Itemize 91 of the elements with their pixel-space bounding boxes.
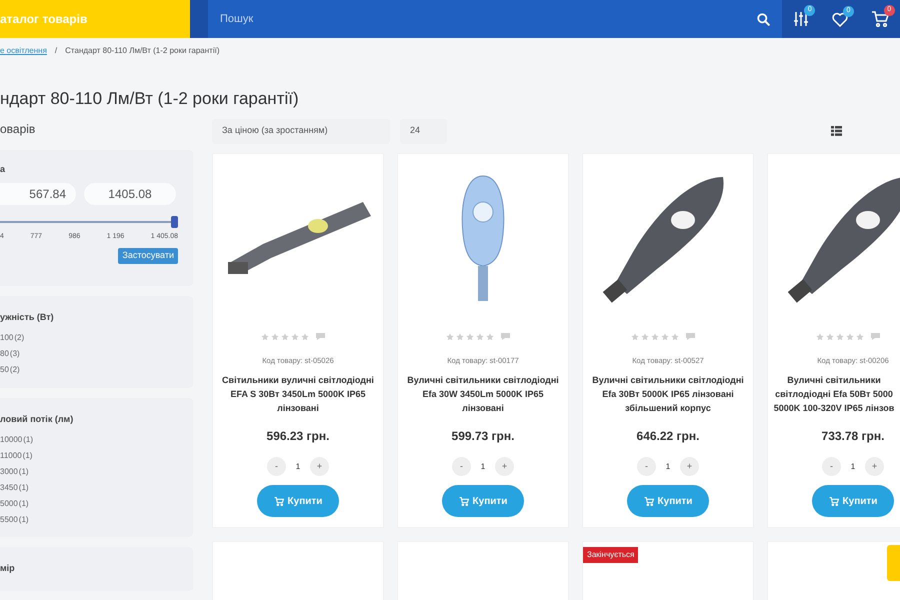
product-name[interactable]: Вуличні світильники світлодіодні Efa 30Вт 5000K IP65 лінзовані збільшений корпус <box>588 373 748 416</box>
filter-title: ужність (Вт) <box>0 311 55 324</box>
stock-badge: Закінчується <box>583 547 638 563</box>
option-count: (1) <box>18 498 29 510</box>
apply-button[interactable]: Застосувати <box>118 248 178 264</box>
product-price: 599.73 грн. <box>452 428 514 446</box>
star-icon <box>446 332 454 340</box>
filter-title: а <box>0 163 6 175</box>
star-icon <box>280 332 288 340</box>
filter-option[interactable]: 5000 <box>0 498 18 510</box>
cart-icon <box>274 496 284 506</box>
option-count: (1) <box>18 466 29 478</box>
increase-button[interactable]: + <box>310 457 329 476</box>
star-icon <box>670 332 678 340</box>
increase-button[interactable]: + <box>495 457 514 476</box>
product-name[interactable]: Світильники вуличні світлодіодні EFA S 30Вт 3450Lm 5000K IP65 лінзовані <box>218 373 378 416</box>
filter-title: мір <box>0 562 16 575</box>
quantity-field[interactable]: 1 <box>841 460 865 473</box>
star-icon <box>826 332 834 340</box>
star-icon <box>836 332 844 340</box>
product-name[interactable]: Вуличні світильники світлодіодні Efa 30W 3450Lm 5000K IP65 лінзовані <box>403 373 563 416</box>
increase-button[interactable]: + <box>680 457 699 476</box>
option-count: (1) <box>18 514 29 526</box>
star-icon <box>270 332 278 340</box>
filter-title: ловий потік (лм) <box>0 412 74 426</box>
slider-handle[interactable] <box>171 216 178 228</box>
star-icon <box>476 332 484 340</box>
breadcrumb-link[interactable]: е освітлення <box>0 45 47 57</box>
star-icon <box>640 332 648 340</box>
filter-option[interactable]: 10000 <box>0 434 22 446</box>
sort-dropdown[interactable]: За ціною (за зростанням) <box>212 118 390 144</box>
filter-option[interactable]: 5500 <box>0 514 18 526</box>
star-icon <box>486 332 494 340</box>
product-price: 733.78 грн. <box>822 428 884 446</box>
search-field[interactable]: Пошук <box>220 10 757 28</box>
breadcrumb-separator: / <box>54 45 58 57</box>
heart-icon[interactable] <box>832 12 848 26</box>
option-count: (1) <box>18 482 29 494</box>
cart-icon[interactable] <box>870 11 889 27</box>
quantity-field[interactable]: 1 <box>286 460 310 473</box>
filter-option[interactable]: 11000 <box>0 450 22 462</box>
option-count: (3) <box>10 348 20 360</box>
star-icon <box>290 332 298 340</box>
star-icon <box>660 332 668 340</box>
filter-option[interactable]: 80 <box>0 348 9 360</box>
star-icon <box>630 332 638 340</box>
quantity-field[interactable]: 1 <box>471 460 495 473</box>
cart-icon <box>458 496 469 506</box>
star-icon <box>466 332 474 340</box>
filter-option[interactable]: 50 <box>0 364 9 376</box>
quantity-field[interactable]: 1 <box>656 460 680 473</box>
max-price-field[interactable]: 1405.08 <box>84 183 176 205</box>
buy-button[interactable]: Купити <box>442 485 524 518</box>
star-icon <box>846 332 854 340</box>
filter-option[interactable]: 3000 <box>0 466 18 478</box>
star-icon <box>816 332 824 340</box>
search-bar[interactable]: Пошук <box>208 0 782 38</box>
price-slider-track[interactable] <box>0 216 178 228</box>
grid-view-icon[interactable] <box>831 126 842 136</box>
filter-option[interactable]: 100 <box>0 332 14 344</box>
option-count: (1) <box>22 450 32 462</box>
cart-icon <box>828 496 839 506</box>
decrease-button[interactable]: - <box>267 457 286 476</box>
header-strip <box>190 0 208 38</box>
buy-button[interactable]: Купити <box>627 485 709 518</box>
product-name[interactable]: Вуличні світильники світлодіодні Efa 50Вт 5000 5000K 100-320V IP65 лінзов <box>770 373 898 416</box>
product-price: 596.23 грн. <box>266 428 330 446</box>
star-icon <box>260 332 268 340</box>
per-page-dropdown[interactable]: 24 <box>400 118 447 144</box>
product-price: 646.22 грн. <box>636 428 700 446</box>
option-count: (1) <box>23 434 34 446</box>
buy-button[interactable]: Купити <box>257 485 339 518</box>
sidebar-heading: оварів <box>0 121 36 138</box>
filter-option[interactable]: 3450 <box>0 482 18 494</box>
cart-icon <box>644 496 654 506</box>
star-icon <box>856 332 864 340</box>
option-count: (2) <box>10 364 20 376</box>
min-price-field[interactable]: 567.84 <box>0 183 76 205</box>
breadcrumb-current: Стандарт 80-110 Лм/Вт (1-2 роки гарантії) <box>65 45 220 57</box>
decrease-button[interactable]: - <box>452 457 471 476</box>
option-count: (2) <box>14 332 24 344</box>
sliders-icon[interactable] <box>793 11 810 27</box>
star-icon <box>456 332 464 340</box>
page-title: ндарт 80-110 Лм/Вт (1-2 роки гарантії) <box>0 88 300 110</box>
star-icon <box>300 332 308 340</box>
increase-button[interactable]: + <box>865 457 884 476</box>
search-icon[interactable] <box>757 12 770 26</box>
buy-button[interactable]: Купити <box>812 485 894 518</box>
star-icon <box>650 332 658 340</box>
decrease-button[interactable]: - <box>637 457 656 476</box>
decrease-button[interactable]: - <box>822 457 841 476</box>
